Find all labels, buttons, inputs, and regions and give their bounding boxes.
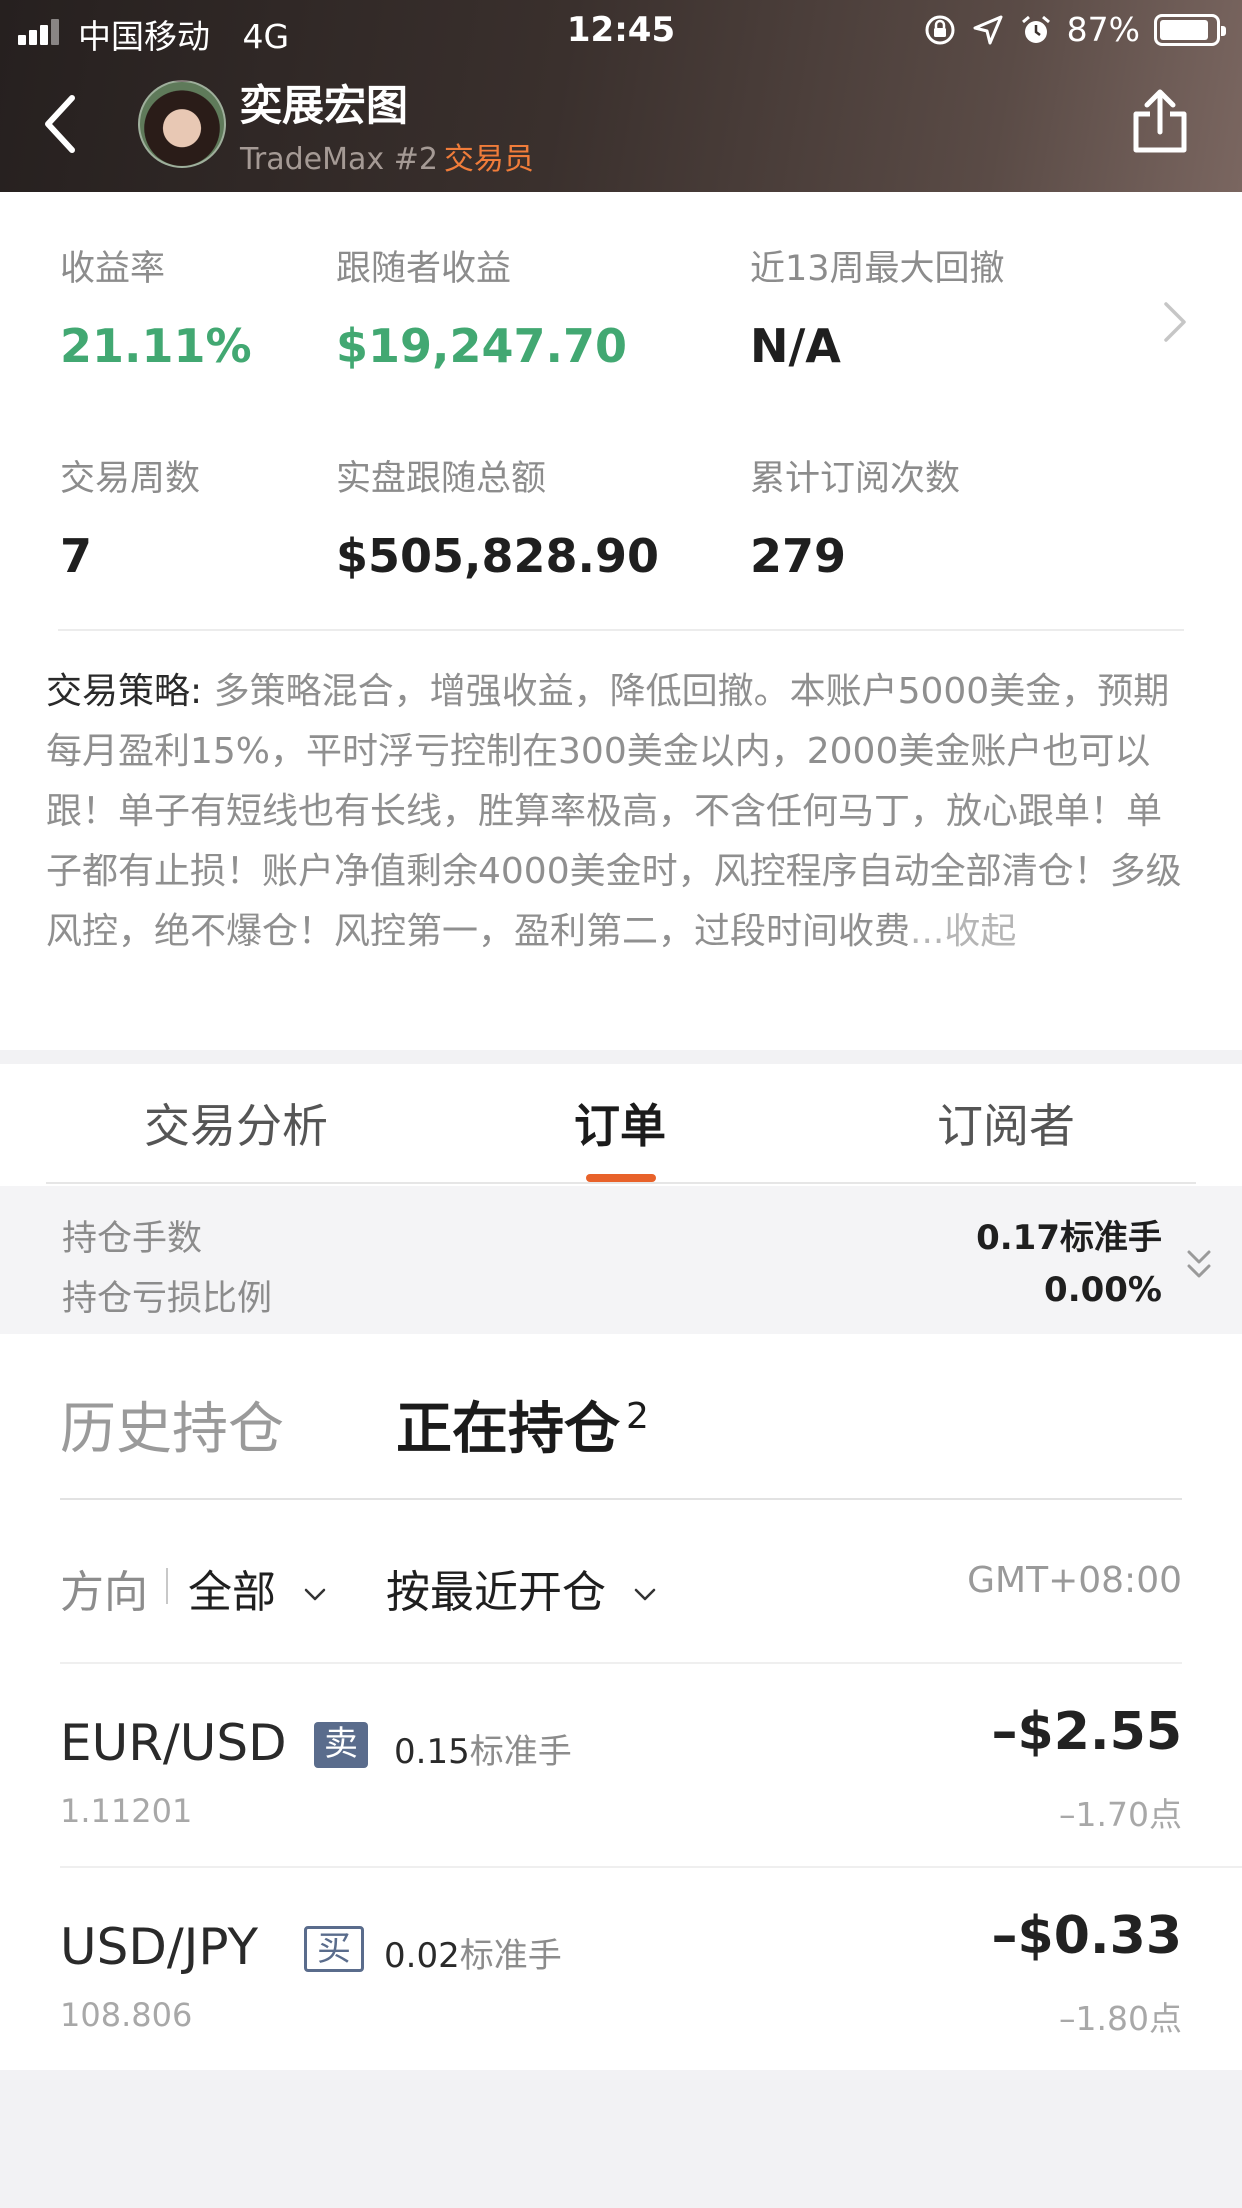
lots-label: 持仓手数: [62, 1219, 203, 1259]
lots-unit: 标准手: [459, 1936, 562, 1976]
chevron-down-icon: [304, 1588, 326, 1601]
stat-value: N/A: [750, 319, 841, 373]
loss-ratio-value: 0.00%: [1044, 1270, 1162, 1310]
filter-separator: [166, 1568, 168, 1604]
order-pnl: –$2.55: [991, 1702, 1182, 1762]
order-side-badge: 卖: [314, 1722, 368, 1768]
tab-open-positions[interactable]: 正在持仓 2: [396, 1384, 649, 1465]
open-positions-label: 正在持仓: [396, 1397, 620, 1462]
top-header: 中国移动 4G 12:45 87% 奕展宏图 TradeMax #2 交易员: [0, 0, 1242, 192]
lots-number: 0.15: [394, 1732, 470, 1772]
loss-ratio-label: 持仓亏损比例: [62, 1279, 273, 1319]
stat-follow-total: 实盘跟随总额 $505,828.90: [336, 450, 659, 583]
direction-label: 方向: [60, 1567, 148, 1618]
order-points: –1.80点: [1059, 1999, 1182, 2038]
divider: [58, 629, 1184, 631]
status-right: 87%: [923, 10, 1226, 49]
filter-bar: 方向 全部 按最近开仓 GMT+08:00: [60, 1556, 1182, 1618]
stat-label: 收益率: [60, 249, 166, 289]
tab-subscribers[interactable]: 订阅者: [856, 1090, 1156, 1156]
lots-unit: 标准手: [469, 1732, 572, 1772]
order-lots: 0.02标准手: [384, 1928, 562, 1977]
stat-trading-weeks: 交易周数 7: [60, 450, 200, 583]
stat-label: 实盘跟随总额: [336, 459, 547, 499]
timezone-label: GMT+08:00: [967, 1560, 1182, 1601]
position-summary[interactable]: 持仓手数 0.17标准手 持仓亏损比例 0.00%: [0, 1186, 1242, 1334]
status-bar: 中国移动 4G 12:45 87%: [0, 0, 1242, 62]
stat-label: 跟随者收益: [336, 249, 512, 289]
trader-avatar[interactable]: [138, 80, 226, 168]
positions-panel: 历史持仓 正在持仓 2 方向 全部 按最近开仓 GMT+08:00 EUR/USD…: [0, 1334, 1242, 2070]
battery-icon: [1154, 13, 1226, 46]
active-tab-indicator: [586, 1174, 656, 1182]
stat-value: $505,828.90: [336, 529, 660, 583]
sort-value: 按最近开仓: [386, 1567, 606, 1618]
order-pair: EUR/USD: [60, 1714, 287, 1772]
stat-label: 交易周数: [60, 459, 201, 499]
collapse-link[interactable]: ...收起: [910, 911, 1016, 952]
order-open-price: 1.11201: [60, 1792, 193, 1830]
order-lots: 0.15标准手: [394, 1724, 572, 1773]
tab-trade-analysis[interactable]: 交易分析: [86, 1090, 386, 1156]
share-icon[interactable]: [1130, 88, 1190, 154]
tab-orders[interactable]: 订单: [470, 1090, 770, 1156]
stat-value: $19,247.70: [336, 319, 628, 373]
open-count-badge: 2: [626, 1396, 649, 1438]
main-tabs: 交易分析 订单 订阅者: [0, 1064, 1242, 1186]
strategy-text: 多策略混合，增强收益，降低回撤。本账户5000美金，预期每月盈利15%，平时浮亏…: [46, 671, 1182, 952]
strategy-description: 交易策略: 多策略混合，增强收益，降低回撤。本账户5000美金，预期每月盈利15…: [46, 662, 1196, 962]
trader-subtitle: TradeMax #2 交易员: [240, 134, 534, 178]
rotation-lock-icon: [925, 15, 955, 44]
chevron-down-icon: [634, 1588, 656, 1601]
platform-label: TradeMax #2: [240, 142, 438, 177]
order-row[interactable]: USD/JPY 买 0.02标准手 108.806 –$0.33 –1.80点: [60, 1868, 1182, 2072]
stats-card: 收益率 21.11% 跟随者收益 $19,247.70 近13周最大回撤 N/A…: [0, 192, 1242, 1050]
direction-filter[interactable]: 全部: [188, 1556, 326, 1620]
stat-subscriptions: 累计订阅次数 279: [750, 450, 960, 583]
lots-number: 0.02: [384, 1936, 460, 1976]
stat-label: 累计订阅次数: [750, 459, 961, 499]
order-pair: USD/JPY: [60, 1918, 259, 1976]
stat-value: 21.11%: [60, 319, 252, 373]
tab-history-positions[interactable]: 历史持仓: [60, 1384, 284, 1465]
chevron-right-icon[interactable]: [1162, 300, 1188, 344]
trader-name: 奕展宏图: [240, 81, 409, 130]
strategy-label: 交易策略:: [46, 671, 203, 712]
order-pnl: –$0.33: [991, 1906, 1182, 1966]
stat-max-drawdown[interactable]: 近13周最大回撤 N/A: [750, 240, 1005, 373]
order-open-price: 108.806: [60, 1996, 193, 2034]
stat-value: 279: [750, 529, 847, 583]
stat-follower-profit: 跟随者收益 $19,247.70: [336, 240, 627, 373]
sort-filter[interactable]: 按最近开仓: [386, 1556, 656, 1620]
tab-divider: [46, 1182, 1196, 1184]
stat-value: 7: [60, 529, 93, 583]
order-row[interactable]: EUR/USD 卖 0.15标准手 1.11201 –$2.55 –1.70点: [60, 1664, 1182, 1868]
order-side-badge: 买: [304, 1926, 364, 1972]
location-arrow-icon: [973, 15, 1003, 44]
stat-label: 近13周最大回撤: [750, 249, 1005, 289]
order-points: –1.70点: [1059, 1795, 1182, 1834]
role-label: 交易员: [443, 142, 534, 177]
stat-return-rate: 收益率 21.11%: [60, 240, 252, 373]
alarm-icon: [1021, 15, 1050, 43]
expand-chevron-icon[interactable]: [1186, 1248, 1212, 1282]
back-arrow-icon[interactable]: [38, 92, 82, 156]
battery-percent: 87%: [1066, 10, 1140, 49]
direction-value: 全部: [188, 1567, 276, 1618]
divider: [60, 1498, 1182, 1500]
lots-value: 0.17标准手: [976, 1218, 1162, 1258]
